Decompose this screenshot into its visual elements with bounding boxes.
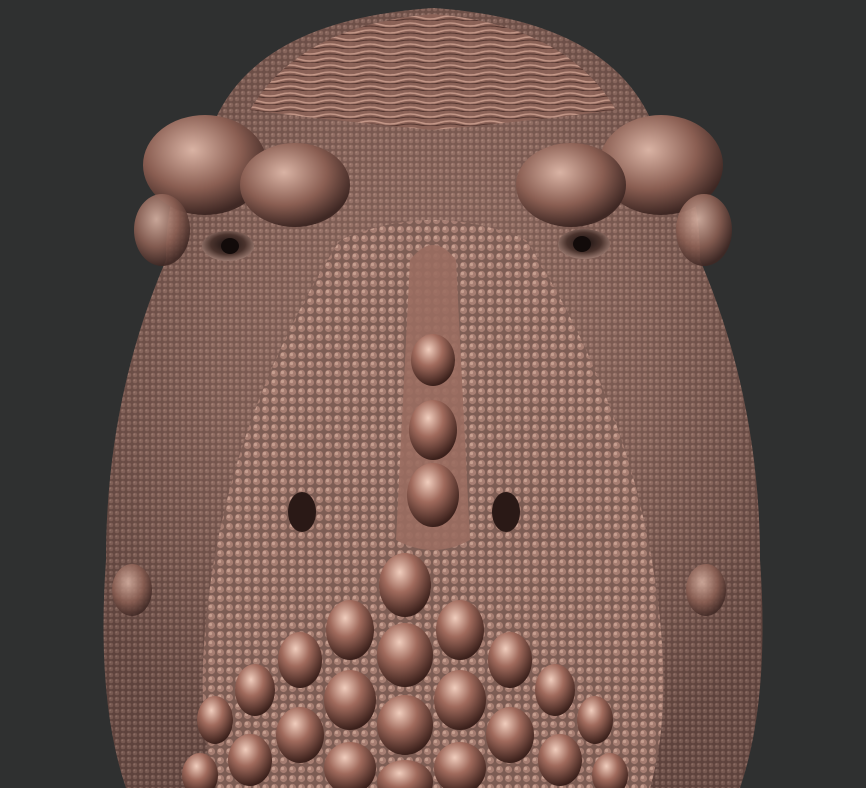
dinosaur-head-render <box>0 0 866 788</box>
render-viewport <box>0 0 866 788</box>
